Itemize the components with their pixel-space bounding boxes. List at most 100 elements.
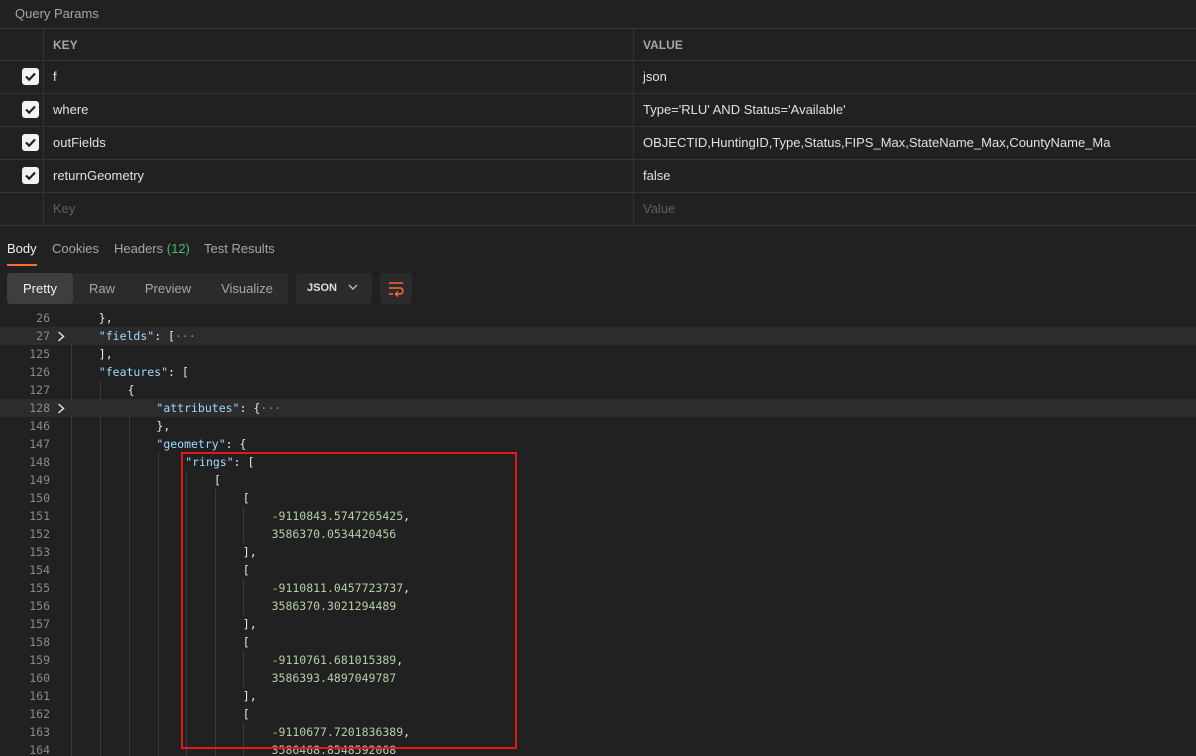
code-text: [ [242, 563, 250, 577]
code-text: -9110761.681015389, [271, 653, 404, 667]
json-number: 3586370.3021294489 [271, 599, 397, 613]
format-dropdown[interactable]: JSON [296, 273, 372, 304]
code-line: 27 "fields": [··· [0, 327, 1196, 345]
param-key-field[interactable]: f [43, 61, 633, 93]
code-line: 158 [ [0, 633, 1196, 651]
new-value-input[interactable]: Value [633, 193, 1196, 225]
code-line: 155 -9110811.0457723737, [0, 579, 1196, 597]
code-text: 3586393.4897049787 [272, 669, 397, 687]
line-number: 26 [36, 311, 50, 325]
code-line: 156 3586370.3021294489 [0, 597, 1196, 615]
json-response-viewer[interactable]: 26}, 27 "fields": [··· 125], 126 "features": … [0, 309, 1196, 756]
code-text: "geometry": { [156, 437, 247, 451]
code-line: 157], [0, 615, 1196, 633]
line-number: 161 [29, 689, 50, 703]
collapsed-ellipsis[interactable]: ··· [260, 401, 281, 415]
code-text: "attributes": {··· [156, 401, 282, 415]
code-text: 3586370.3021294489 [272, 597, 397, 615]
json-key: "attributes" [156, 401, 240, 415]
view-mode-pretty[interactable]: Pretty [7, 273, 73, 304]
param-enabled-checkbox[interactable] [22, 167, 39, 184]
code-text: ], [98, 347, 113, 361]
code-text: -9110843.5747265425, [271, 509, 411, 523]
code-line: 154 [ [0, 561, 1196, 579]
chevron-right-icon[interactable] [57, 331, 65, 342]
code-text: "fields": [··· [98, 329, 196, 343]
wrap-lines-icon [389, 282, 404, 297]
json-key: "geometry" [156, 437, 226, 451]
json-key: "features" [98, 365, 169, 379]
code-line: 150 [ [0, 489, 1196, 507]
param-key-field[interactable]: where [43, 94, 633, 126]
tab-headers[interactable]: Headers (12) [114, 240, 190, 258]
query-params-title: Query Params [15, 6, 99, 21]
line-number: 156 [29, 599, 50, 613]
view-mode-raw[interactable]: Raw [77, 273, 127, 304]
line-number: 157 [29, 617, 50, 631]
key-column-header: KEY [43, 29, 633, 60]
line-number: 149 [29, 473, 50, 487]
code-text: ], [242, 617, 257, 631]
line-number: 160 [29, 671, 50, 685]
param-key-field[interactable]: outFields [43, 127, 633, 159]
param-enabled-checkbox[interactable] [22, 101, 39, 118]
response-tabs: Body Cookies Headers (12) Test Results [0, 240, 1196, 268]
code-line: 128 "attributes": {··· [0, 399, 1196, 417]
view-mode-visualize[interactable]: Visualize [209, 273, 285, 304]
json-number: 3586370.0534420456 [271, 527, 397, 541]
line-number: 148 [29, 455, 50, 469]
tab-cookies[interactable]: Cookies [52, 240, 99, 258]
new-key-input[interactable]: Key [43, 193, 633, 225]
param-value-field[interactable]: Type='RLU' AND Status='Available' [633, 94, 1196, 126]
chevron-right-icon[interactable] [57, 403, 65, 414]
code-line: 127 { [0, 381, 1196, 399]
line-number: 27 [36, 329, 50, 343]
json-number: -9110677.7201836389 [271, 725, 404, 739]
param-row: f json [0, 61, 1196, 94]
code-text: [ [242, 635, 250, 649]
wrap-lines-button[interactable] [380, 273, 412, 304]
code-text: [ [242, 491, 250, 505]
tab-test-results[interactable]: Test Results [204, 240, 275, 258]
param-row-new: Key Value [0, 193, 1196, 226]
json-number: 3586393.4897049787 [271, 671, 397, 685]
code-text: { [127, 383, 135, 397]
view-mode-preview[interactable]: Preview [131, 273, 205, 304]
json-number: 3586468.8548592068 [271, 743, 397, 756]
line-number: 163 [29, 725, 50, 739]
param-value-field[interactable]: json [633, 61, 1196, 93]
code-line: 152 3586370.0534420456 [0, 525, 1196, 543]
code-text: [ [214, 473, 221, 487]
code-line: 161], [0, 687, 1196, 705]
line-number: 162 [29, 707, 50, 721]
query-params-table: KEY VALUE f json where Type='RLU' AND St… [0, 28, 1196, 226]
code-line: 159 -9110761.681015389, [0, 651, 1196, 669]
code-line: 149 [ [0, 471, 1196, 489]
code-text: -9110811.0457723737, [271, 581, 411, 595]
json-number: -9110761.681015389 [271, 653, 397, 667]
param-enabled-checkbox[interactable] [22, 68, 39, 85]
json-number: -9110843.5747265425 [271, 509, 404, 523]
json-key: "rings" [185, 455, 234, 469]
collapsed-ellipsis[interactable]: ··· [175, 329, 196, 343]
code-text: -9110677.7201836389, [271, 725, 411, 739]
headers-count-badge: (12) [166, 241, 190, 256]
code-text: }, [98, 311, 113, 325]
code-text: ], [242, 689, 257, 703]
param-enabled-checkbox[interactable] [22, 134, 39, 151]
code-line: 26}, [0, 309, 1196, 327]
param-key-field[interactable]: returnGeometry [43, 160, 633, 192]
code-line: 148 "rings": [ [0, 453, 1196, 471]
code-line: 153], [0, 543, 1196, 561]
param-value-field[interactable]: OBJECTID,HuntingID,Type,Status,FIPS_Max,… [633, 127, 1196, 159]
code-text: 3586468.8548592068 [272, 741, 397, 756]
code-text: ], [242, 545, 257, 559]
param-value-field[interactable]: false [633, 160, 1196, 192]
code-text: [ [242, 707, 250, 721]
line-number: 150 [29, 491, 50, 505]
line-number: 147 [29, 437, 50, 451]
tab-body[interactable]: Body [7, 240, 37, 266]
view-mode-selector: Pretty Raw Preview Visualize [7, 273, 288, 304]
code-line: 162 [ [0, 705, 1196, 723]
code-text: "features": [ [98, 365, 189, 379]
